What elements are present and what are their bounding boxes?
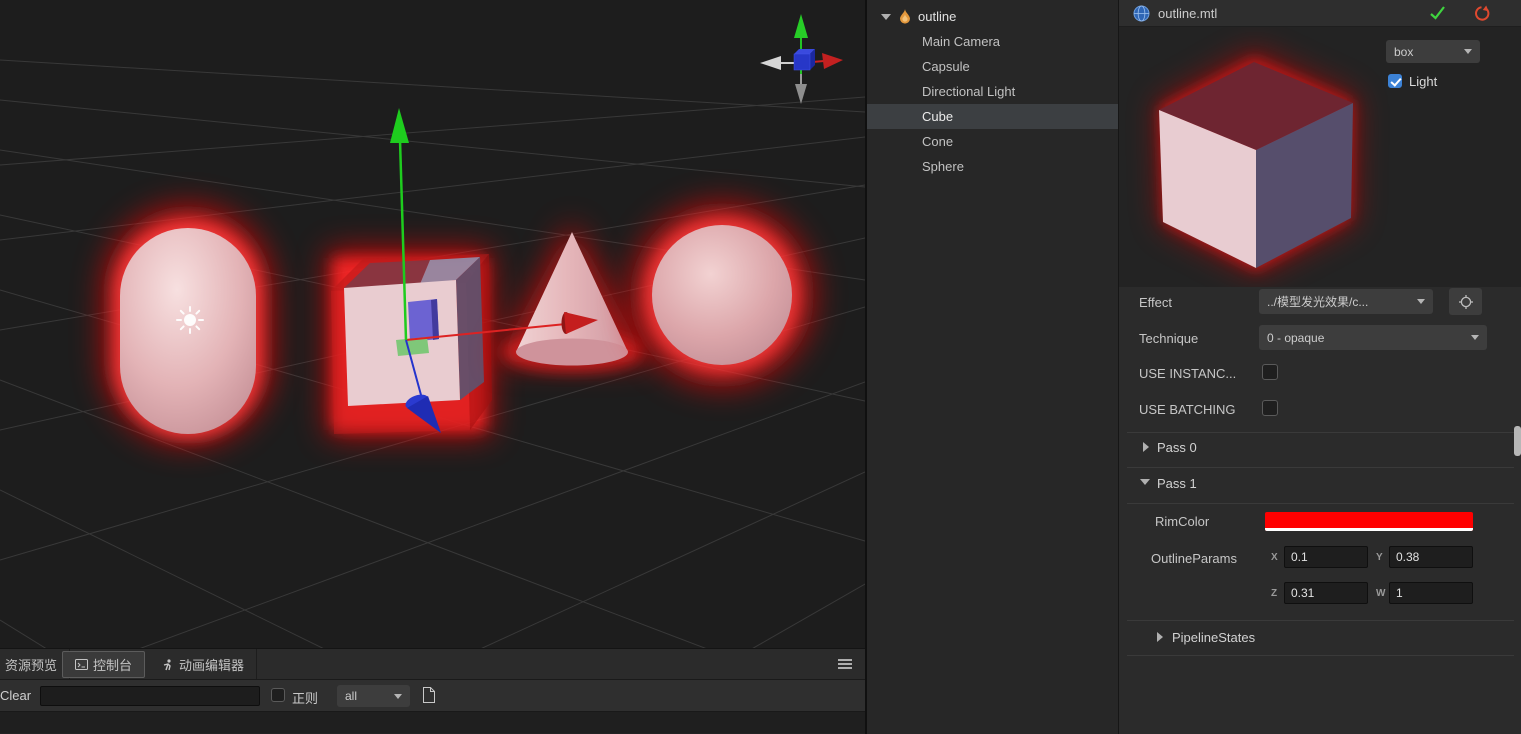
chevron-down-icon [1471,335,1479,340]
outline-params-x-input[interactable] [1284,546,1368,568]
console-toolbar: Clear 正则 all [0,680,865,712]
use-batching-checkbox[interactable] [1262,400,1278,416]
hierarchy-item-main-camera[interactable]: Main Camera [867,29,1120,54]
outline-params-label: OutlineParams [1151,551,1237,566]
effect-label: Effect [1139,295,1173,310]
chevron-down-icon [1464,49,1472,54]
material-globe-icon [1133,5,1150,22]
scene-3d-view[interactable] [0,0,866,734]
separator [1127,432,1514,433]
rim-color-swatch[interactable] [1265,512,1473,531]
log-level-select[interactable]: all [337,685,410,707]
alpha-bar [1265,528,1473,531]
log-level-value: all [345,689,358,703]
hierarchy-item-sphere[interactable]: Sphere [867,154,1120,179]
orientation-cube[interactable] [793,53,811,71]
animation-icon [163,658,171,670]
y-axis-label: Y [1376,552,1383,563]
hierarchy-panel: outline Main Camera Capsule Directional … [865,0,1120,734]
technique-label: Technique [1139,331,1199,346]
pass0-label: Pass 0 [1157,440,1197,455]
pipeline-states-expand-icon[interactable] [1157,632,1163,642]
pipeline-states-label: PipelineStates [1172,630,1256,645]
effect-select[interactable]: ../模型发光效果/c... [1259,289,1433,314]
preview-light-checkbox[interactable] [1388,74,1402,88]
use-instancing-checkbox[interactable] [1262,364,1278,380]
console-filter-input[interactable] [40,686,260,706]
outline-params-z-input[interactable] [1284,582,1368,604]
preview-shape-value: box [1394,44,1414,59]
regex-label: 正则 [292,691,319,706]
separator [1127,467,1514,468]
locate-effect-button[interactable] [1449,288,1482,315]
tab-label: 控制台 [93,658,133,673]
use-batching-label: USE BATCHING [1139,402,1236,417]
console-icon [75,659,88,670]
tab-console[interactable]: 控制台 [62,651,146,678]
light-sun-icon[interactable] [176,306,204,334]
node-label: Capsule [922,59,970,74]
node-label: Cube [922,109,954,124]
rim-color-label: RimColor [1155,514,1210,529]
technique-select[interactable]: 0 - opaque [1259,325,1487,350]
inspector-title: outline.mtl [1158,6,1218,21]
effect-value: ../模型发光效果/c... [1267,295,1369,309]
z-axis-label: Z [1271,588,1278,599]
inspector-panel: outline.mtl box Light Effect ../模型发光效果/c… [1118,0,1521,734]
preview-shape-select[interactable]: box [1386,40,1480,63]
pass1-collapse-icon[interactable] [1140,479,1150,485]
node-label: Main Camera [922,34,1001,49]
outline-params-y-input[interactable] [1389,546,1473,568]
separator [1127,620,1514,621]
scrollbar-thumb[interactable] [1514,426,1521,456]
collapse-arrow-icon[interactable] [881,14,891,20]
outline-params-w-input[interactable] [1389,582,1473,604]
hierarchy-item-directional-light[interactable]: Directional Light [867,79,1120,104]
hierarchy-item-cube[interactable]: Cube [867,104,1120,129]
dock-tabbar: 资源预览 控制台 动画编辑器 [0,648,865,680]
technique-value: 0 - opaque [1267,330,1325,345]
hierarchy-item-capsule[interactable]: Capsule [867,54,1120,79]
editor-root: 资源预览 控制台 动画编辑器 Clear 正则 all outline Main… [0,0,1521,734]
tab-animation-editor[interactable]: 动画编辑器 [150,649,258,679]
hierarchy-root-node[interactable]: outline [867,4,1120,29]
inspector-header: outline.mtl [1119,0,1521,27]
scene-flame-icon [900,9,910,24]
x-axis-label: X [1271,552,1278,563]
crosshair-icon [1458,294,1473,309]
tab-label: 资源预览 [5,658,58,673]
pass1-label: Pass 1 [1157,476,1197,491]
console-output [0,712,865,733]
separator [1127,503,1514,504]
scene-viewport[interactable] [0,0,866,734]
inspector-scrollbar[interactable] [1513,0,1521,734]
clear-button[interactable]: Clear [0,688,31,703]
tab-label: 动画编辑器 [179,658,245,673]
chevron-down-icon [394,693,402,699]
export-log-icon[interactable] [422,687,435,703]
regex-checkbox[interactable] [271,688,285,702]
node-label: Directional Light [922,84,1016,99]
node-label: Cone [922,134,954,149]
sphere-object[interactable] [630,203,814,387]
preview-light-label: Light [1409,74,1438,89]
refresh-icon[interactable] [1473,5,1490,22]
menu-icon[interactable] [837,658,853,670]
node-label: Sphere [922,159,964,174]
hierarchy-item-cone[interactable]: Cone [867,129,1120,154]
chevron-down-icon [1417,299,1425,304]
bottom-dock: 资源预览 控制台 动画编辑器 Clear 正则 all [0,648,865,734]
tab-asset-preview[interactable]: 资源预览 [0,649,71,679]
use-instancing-label: USE INSTANC... [1139,366,1237,381]
pass0-expand-icon[interactable] [1143,442,1149,452]
apply-check-icon[interactable] [1429,5,1446,21]
separator [1127,655,1514,656]
node-label: outline [918,9,957,24]
material-preview[interactable] [1119,27,1521,287]
w-axis-label: W [1376,588,1386,599]
